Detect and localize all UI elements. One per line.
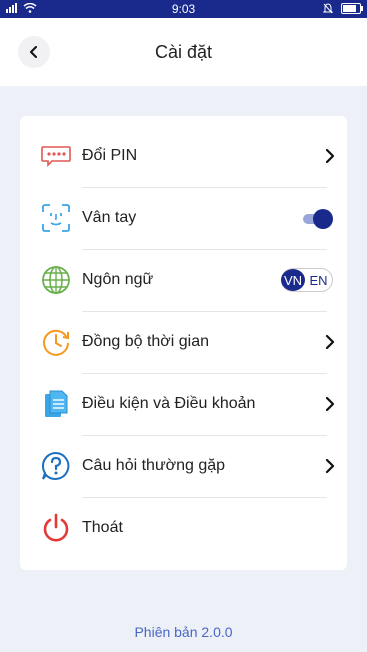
status-bar: 9:03: [0, 0, 367, 18]
language-option-vn[interactable]: VN: [281, 269, 305, 291]
status-right: [323, 3, 363, 14]
pin-dots-icon: [40, 140, 72, 172]
settings-item-faq[interactable]: Câu hỏi thường gặp: [20, 435, 347, 497]
settings-item-label: Vân tay: [82, 209, 137, 226]
power-icon: [40, 512, 72, 544]
settings-item-terms[interactable]: Điều kiện và Điều khoản: [20, 373, 347, 435]
settings-item-label: Câu hỏi thường gặp: [82, 457, 226, 474]
settings-item-time-sync[interactable]: Đồng bộ thời gian: [20, 311, 347, 373]
document-icon: [40, 388, 72, 420]
chevron-right-icon: [325, 459, 335, 473]
chevron-right-icon: [325, 335, 335, 349]
clock-sync-icon: [40, 326, 72, 358]
settings-card: Đổi PIN Vân tay Ngôn ngữ VN EN Đồng bộ t…: [20, 116, 347, 570]
settings-item-change-pin[interactable]: Đổi PIN: [20, 125, 347, 187]
settings-item-label: Ngôn ngữ: [82, 271, 154, 288]
bell-muted-icon: [323, 3, 333, 14]
question-icon: [40, 450, 72, 482]
status-time: 9:03: [171, 2, 196, 16]
settings-item-label: Thoát: [82, 519, 123, 536]
settings-item-language[interactable]: Ngôn ngữ VN EN: [20, 249, 347, 311]
settings-item-logout[interactable]: Thoát: [20, 497, 347, 559]
settings-item-label: Đồng bộ thời gian: [82, 333, 210, 350]
face-id-icon: [40, 202, 72, 234]
language-switch[interactable]: VN EN: [281, 268, 333, 292]
app-version: Phiên bản 2.0.0: [134, 624, 233, 640]
fingerprint-toggle[interactable]: [303, 208, 333, 229]
language-option-en[interactable]: EN: [305, 273, 332, 288]
globe-icon: [40, 264, 72, 296]
settings-item-label: Điều kiện và Điều khoản: [82, 395, 256, 412]
battery-icon: [341, 3, 363, 14]
toggle-knob: [313, 209, 333, 229]
page-title: Cài đặt: [154, 42, 213, 62]
app-header: Cài đặt: [0, 18, 367, 86]
chevron-right-icon: [325, 397, 335, 411]
chevron-right-icon: [325, 149, 335, 163]
settings-item-fingerprint[interactable]: Vân tay: [20, 187, 347, 249]
settings-item-label: Đổi PIN: [82, 147, 138, 164]
